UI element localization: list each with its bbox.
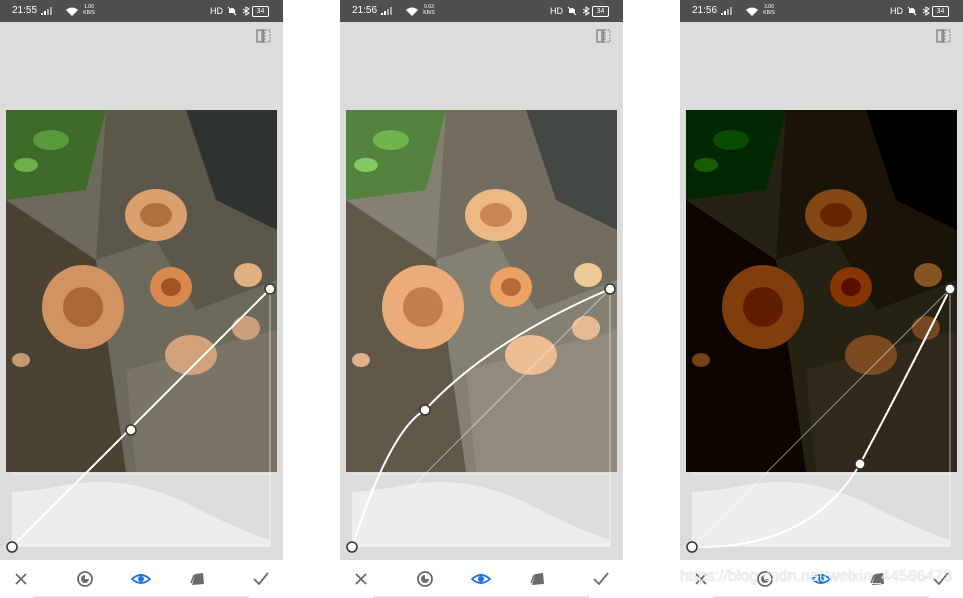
mute-icon: [227, 6, 237, 16]
status-time: 21:56: [352, 5, 378, 16]
eye-icon: [471, 574, 491, 584]
signal-icon: [41, 7, 52, 15]
eye-icon: [131, 574, 151, 584]
tone-curve-editor[interactable]: [340, 100, 623, 560]
net-speed: 1.00 KB/S: [83, 4, 95, 16]
watermark: https://blog.csdn.net/weixin_44586473: [680, 568, 953, 585]
compare-icon[interactable]: [936, 29, 951, 43]
curve-point-mid[interactable]: [125, 424, 137, 436]
bluetooth-icon: [242, 6, 250, 16]
apply-button[interactable]: [591, 569, 611, 589]
net-speed: 3.00 KB/S: [763, 4, 775, 16]
phone-screen-2: 21:56 0.63 KB/S HD 34: [340, 0, 623, 598]
tone-curve-editor[interactable]: [680, 100, 963, 560]
curve-point-black[interactable]: [686, 541, 698, 553]
check-icon: [593, 572, 609, 586]
wifi-icon: [406, 7, 418, 16]
curve-point-white[interactable]: [604, 283, 616, 295]
curve-point-mid[interactable]: [419, 404, 431, 416]
tone-button[interactable]: [415, 569, 435, 589]
status-bar: 21:56 0.63 KB/S HD 34: [340, 0, 623, 22]
mute-icon: [567, 6, 577, 16]
bluetooth-icon: [922, 6, 930, 16]
curve-point-black[interactable]: [6, 541, 18, 553]
status-time: 21:56: [692, 5, 718, 16]
view-button[interactable]: [471, 569, 491, 589]
wifi-icon: [746, 7, 758, 16]
phone-screen-1: 21:55 1.00 KB/S HD 34: [0, 0, 283, 598]
compare-icon[interactable]: [596, 29, 611, 43]
close-icon: [355, 573, 367, 585]
close-icon: [15, 573, 27, 585]
styles-icon: [190, 573, 204, 585]
mute-icon: [907, 6, 917, 16]
network-label: HD: [890, 6, 903, 16]
network-label: HD: [550, 6, 563, 16]
curve-point-white[interactable]: [944, 283, 956, 295]
compare-icon[interactable]: [256, 29, 271, 43]
view-button[interactable]: [131, 569, 151, 589]
battery-indicator: 34: [592, 6, 609, 17]
curve-point-white[interactable]: [264, 283, 276, 295]
status-time: 21:55: [12, 5, 38, 16]
curve-point-black[interactable]: [346, 541, 358, 553]
check-icon: [253, 572, 269, 586]
bottom-toolbar: [340, 560, 623, 598]
battery-indicator: 34: [932, 6, 949, 17]
curve-point-mid[interactable]: [854, 458, 866, 470]
bottom-toolbar: [0, 560, 283, 598]
styles-button[interactable]: [188, 569, 208, 589]
signal-icon: [721, 7, 732, 15]
status-bar: 21:56 3.00 KB/S HD 34: [680, 0, 963, 22]
tone-button[interactable]: [75, 569, 95, 589]
network-label: HD: [210, 6, 223, 16]
close-button[interactable]: [351, 569, 371, 589]
phone-screen-3: 21:56 3.00 KB/S HD 34: [680, 0, 963, 598]
battery-indicator: 34: [252, 6, 269, 17]
styles-icon: [530, 573, 544, 585]
wifi-icon: [66, 7, 78, 16]
signal-icon: [381, 7, 392, 15]
styles-button[interactable]: [528, 569, 548, 589]
bluetooth-icon: [582, 6, 590, 16]
tone-icon: [77, 571, 93, 587]
tone-icon: [417, 571, 433, 587]
tone-curve-editor[interactable]: [0, 100, 283, 560]
close-button[interactable]: [11, 569, 31, 589]
status-bar: 21:55 1.00 KB/S HD 34: [0, 0, 283, 22]
apply-button[interactable]: [251, 569, 271, 589]
net-speed: 0.63 KB/S: [423, 4, 435, 16]
